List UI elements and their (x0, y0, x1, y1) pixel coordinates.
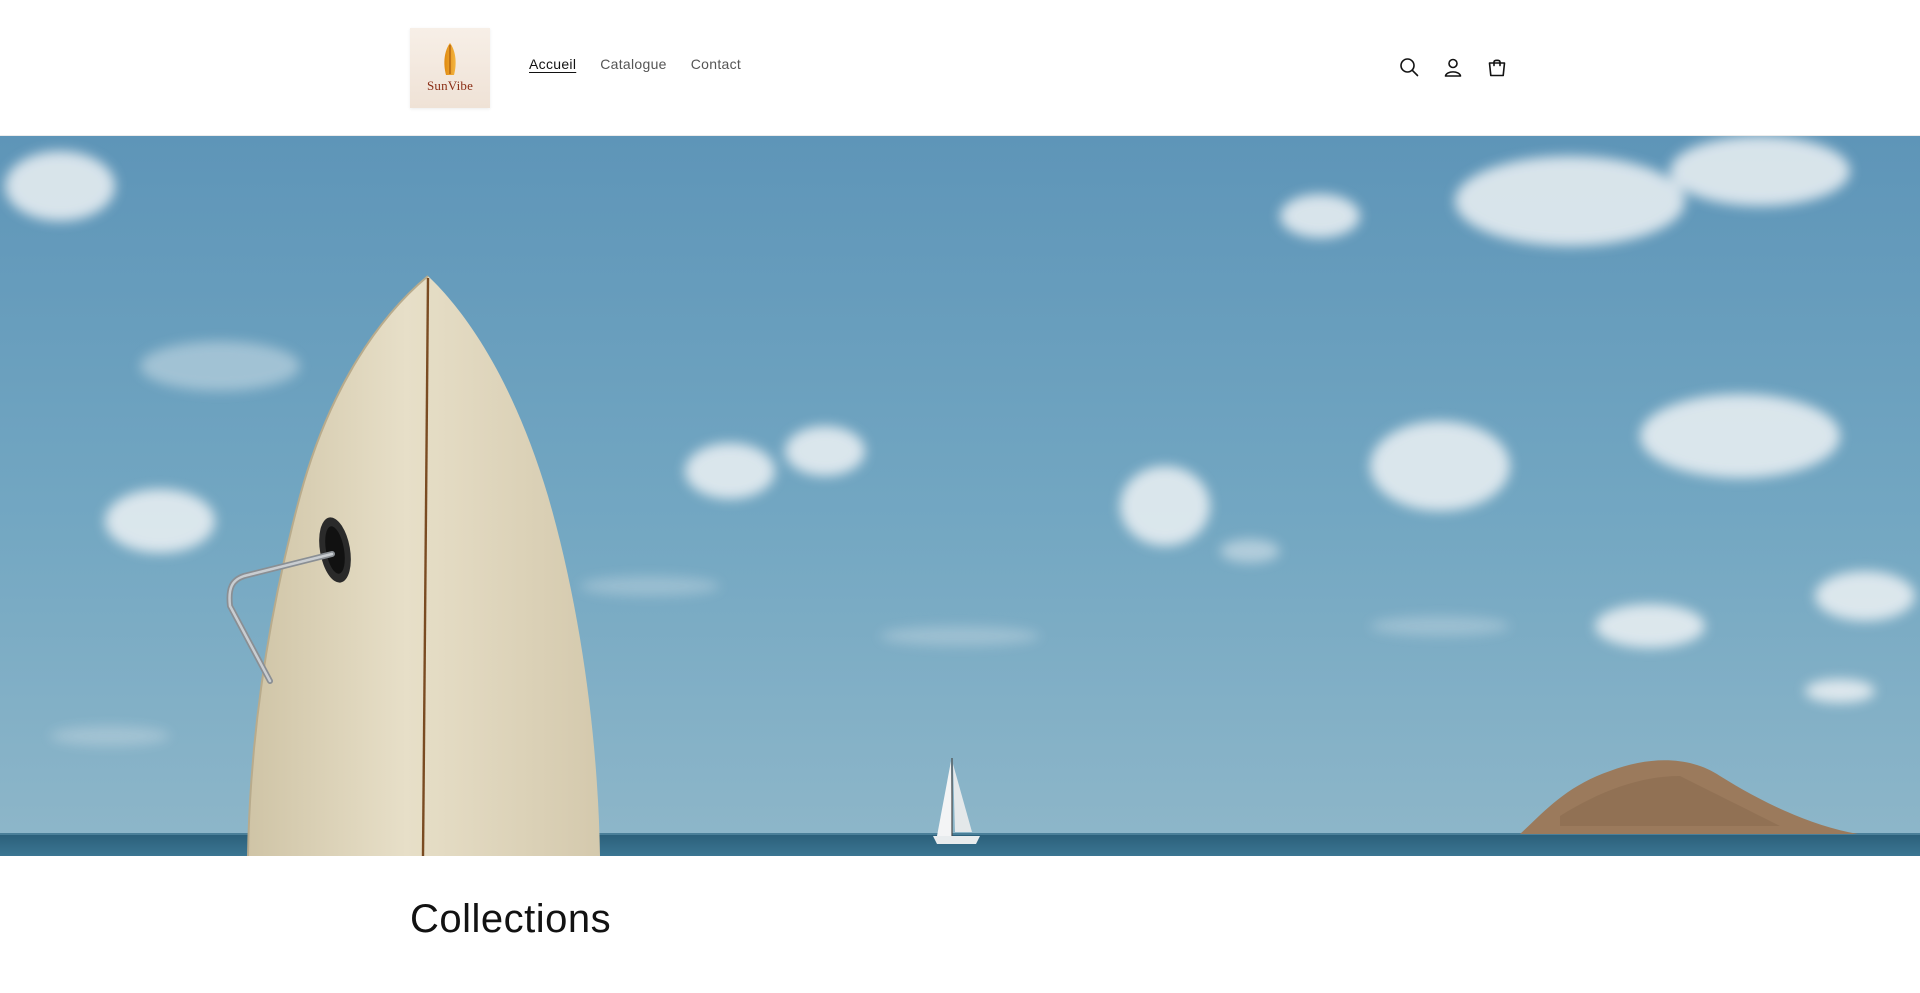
nav-item-catalogue[interactable]: Catalogue (600, 56, 667, 72)
nav-item-accueil[interactable]: Accueil (529, 56, 576, 72)
main-nav: Accueil Catalogue Contact (529, 56, 765, 72)
brand-name: SunVibe (426, 78, 474, 93)
header-icons (1396, 52, 1510, 82)
nav-item-contact[interactable]: Contact (691, 56, 741, 72)
hero-image (0, 136, 1920, 856)
site-header: SunVibe Accueil Catalogue Contact (0, 0, 1920, 136)
hero-banner (0, 136, 1920, 856)
surfboard-icon (444, 43, 456, 75)
collections-heading: Collections (410, 897, 612, 941)
cart-button[interactable] (1484, 52, 1510, 82)
search-button[interactable] (1396, 52, 1422, 82)
search-icon (1400, 58, 1419, 77)
cart-icon (1488, 59, 1506, 77)
account-button[interactable] (1440, 52, 1466, 82)
brand-logo[interactable]: SunVibe (410, 28, 490, 108)
account-icon (1444, 58, 1462, 77)
header-inner: SunVibe Accueil Catalogue Contact (410, 0, 1510, 135)
